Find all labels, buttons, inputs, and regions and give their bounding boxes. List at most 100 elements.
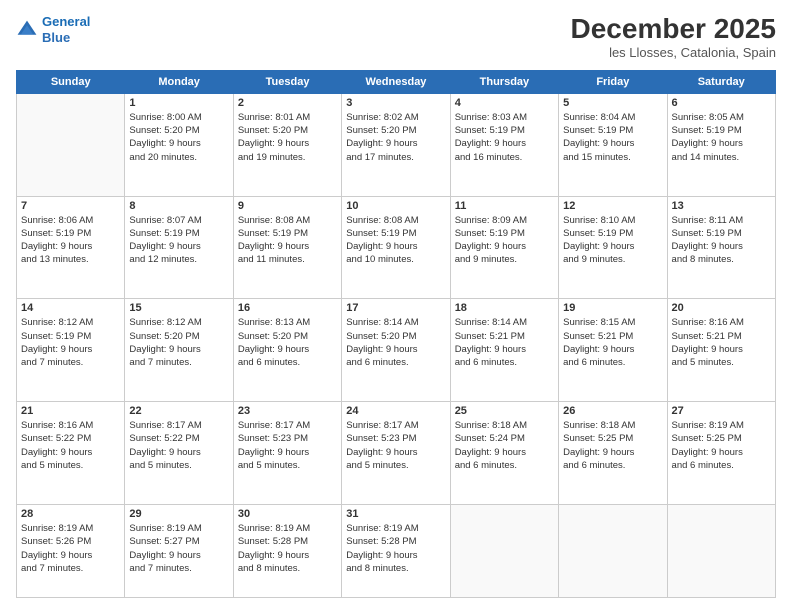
weekday-header-tuesday: Tuesday (233, 70, 341, 93)
day-cell (667, 504, 775, 597)
day-cell: 19 Sunrise: 8:15 AM Sunset: 5:21 PM Dayli… (559, 299, 667, 402)
day-info: Sunrise: 8:11 AM Sunset: 5:19 PM Dayligh… (672, 214, 771, 267)
day-cell (450, 504, 558, 597)
day-cell: 3Sunrise: 8:02 AM Sunset: 5:20 PM Daylig… (342, 93, 450, 196)
day-info: Sunrise: 8:03 AM Sunset: 5:19 PM Dayligh… (455, 111, 554, 164)
weekday-header-saturday: Saturday (667, 70, 775, 93)
weekday-header-thursday: Thursday (450, 70, 558, 93)
day-number: 18 (455, 302, 554, 314)
day-info: Sunrise: 8:06 AM Sunset: 5:19 PM Dayligh… (21, 214, 120, 267)
month-title: December 2025 (571, 14, 776, 45)
day-cell: 17 Sunrise: 8:14 AM Sunset: 5:20 PM Dayli… (342, 299, 450, 402)
day-info: Sunrise: 8:19 AM Sunset: 5:27 PM Dayligh… (129, 522, 228, 575)
day-info: Sunrise: 8:12 AM Sunset: 5:20 PM Dayligh… (129, 316, 228, 369)
day-info: Sunrise: 8:18 AM Sunset: 5:24 PM Dayligh… (455, 419, 554, 472)
day-cell: 16 Sunrise: 8:13 AM Sunset: 5:20 PM Dayli… (233, 299, 341, 402)
day-info: Sunrise: 8:17 AM Sunset: 5:23 PM Dayligh… (238, 419, 337, 472)
day-info: Sunrise: 8:02 AM Sunset: 5:20 PM Dayligh… (346, 111, 445, 164)
day-number: 26 (563, 405, 662, 417)
day-cell: 11Sunrise: 8:09 AM Sunset: 5:19 PM Dayli… (450, 196, 558, 299)
week-row-3: 21 Sunrise: 8:16 AM Sunset: 5:22 PM Dayli… (17, 402, 776, 505)
weekday-header-monday: Monday (125, 70, 233, 93)
day-cell: 20Sunrise: 8:16 AM Sunset: 5:21 PM Dayli… (667, 299, 775, 402)
day-info: Sunrise: 8:16 AM Sunset: 5:22 PM Dayligh… (21, 419, 120, 472)
day-cell: 24 Sunrise: 8:17 AM Sunset: 5:23 PM Dayli… (342, 402, 450, 505)
weekday-header-wednesday: Wednesday (342, 70, 450, 93)
day-info: Sunrise: 8:18 AM Sunset: 5:25 PM Dayligh… (563, 419, 662, 472)
day-number: 14 (21, 302, 120, 314)
day-info: Sunrise: 8:08 AM Sunset: 5:19 PM Dayligh… (238, 214, 337, 267)
day-info: Sunrise: 8:08 AM Sunset: 5:19 PM Dayligh… (346, 214, 445, 267)
day-cell: 30 Sunrise: 8:19 AM Sunset: 5:28 PM Dayli… (233, 504, 341, 597)
day-cell: 10Sunrise: 8:08 AM Sunset: 5:19 PM Dayli… (342, 196, 450, 299)
weekday-header-friday: Friday (559, 70, 667, 93)
week-row-1: 7 Sunrise: 8:06 AM Sunset: 5:19 PM Daylig… (17, 196, 776, 299)
day-number: 9 (238, 200, 337, 212)
day-info: Sunrise: 8:17 AM Sunset: 5:23 PM Dayligh… (346, 419, 445, 472)
logo-icon (16, 19, 38, 41)
day-info: Sunrise: 8:17 AM Sunset: 5:22 PM Dayligh… (129, 419, 228, 472)
day-info: Sunrise: 8:14 AM Sunset: 5:20 PM Dayligh… (346, 316, 445, 369)
day-cell: 21 Sunrise: 8:16 AM Sunset: 5:22 PM Dayli… (17, 402, 125, 505)
day-number: 31 (346, 508, 445, 520)
day-info: Sunrise: 8:01 AM Sunset: 5:20 PM Dayligh… (238, 111, 337, 164)
day-number: 5 (563, 97, 662, 109)
day-cell: 2 Sunrise: 8:01 AM Sunset: 5:20 PM Daylig… (233, 93, 341, 196)
day-cell: 4Sunrise: 8:03 AM Sunset: 5:19 PM Daylig… (450, 93, 558, 196)
day-cell: 9 Sunrise: 8:08 AM Sunset: 5:19 PM Daylig… (233, 196, 341, 299)
week-row-0: 1 Sunrise: 8:00 AM Sunset: 5:20 PM Daylig… (17, 93, 776, 196)
day-cell (559, 504, 667, 597)
day-cell: 1 Sunrise: 8:00 AM Sunset: 5:20 PM Daylig… (125, 93, 233, 196)
day-cell: 29 Sunrise: 8:19 AM Sunset: 5:27 PM Dayli… (125, 504, 233, 597)
day-info: Sunrise: 8:00 AM Sunset: 5:20 PM Dayligh… (129, 111, 228, 164)
day-cell: 31 Sunrise: 8:19 AM Sunset: 5:28 PM Dayli… (342, 504, 450, 597)
day-info: Sunrise: 8:16 AM Sunset: 5:21 PM Dayligh… (672, 316, 771, 369)
weekday-header-row: SundayMondayTuesdayWednesdayThursdayFrid… (17, 70, 776, 93)
day-number: 16 (238, 302, 337, 314)
day-info: Sunrise: 8:19 AM Sunset: 5:25 PM Dayligh… (672, 419, 771, 472)
day-number: 22 (129, 405, 228, 417)
week-row-2: 14 Sunrise: 8:12 AM Sunset: 5:19 PM Dayli… (17, 299, 776, 402)
day-info: Sunrise: 8:10 AM Sunset: 5:19 PM Dayligh… (563, 214, 662, 267)
header: General Blue December 2025 les Llosses, … (16, 14, 776, 60)
day-number: 24 (346, 405, 445, 417)
day-cell: 14 Sunrise: 8:12 AM Sunset: 5:19 PM Dayli… (17, 299, 125, 402)
day-cell: 8Sunrise: 8:07 AM Sunset: 5:19 PM Daylig… (125, 196, 233, 299)
page: General Blue December 2025 les Llosses, … (0, 0, 792, 612)
day-cell: 28Sunrise: 8:19 AM Sunset: 5:26 PM Dayli… (17, 504, 125, 597)
day-number: 29 (129, 508, 228, 520)
logo: General Blue (16, 14, 90, 45)
day-cell: 23Sunrise: 8:17 AM Sunset: 5:23 PM Dayli… (233, 402, 341, 505)
title-block: December 2025 les Llosses, Catalonia, Sp… (571, 14, 776, 60)
day-number: 6 (672, 97, 771, 109)
day-info: Sunrise: 8:14 AM Sunset: 5:21 PM Dayligh… (455, 316, 554, 369)
day-info: Sunrise: 8:19 AM Sunset: 5:28 PM Dayligh… (238, 522, 337, 575)
day-number: 30 (238, 508, 337, 520)
day-info: Sunrise: 8:12 AM Sunset: 5:19 PM Dayligh… (21, 316, 120, 369)
day-number: 17 (346, 302, 445, 314)
weekday-header-sunday: Sunday (17, 70, 125, 93)
calendar: SundayMondayTuesdayWednesdayThursdayFrid… (16, 70, 776, 598)
day-number: 15 (129, 302, 228, 314)
day-number: 7 (21, 200, 120, 212)
day-number: 1 (129, 97, 228, 109)
day-number: 28 (21, 508, 120, 520)
day-info: Sunrise: 8:05 AM Sunset: 5:19 PM Dayligh… (672, 111, 771, 164)
day-info: Sunrise: 8:13 AM Sunset: 5:20 PM Dayligh… (238, 316, 337, 369)
day-number: 2 (238, 97, 337, 109)
day-info: Sunrise: 8:07 AM Sunset: 5:19 PM Dayligh… (129, 214, 228, 267)
day-cell: 22 Sunrise: 8:17 AM Sunset: 5:22 PM Dayli… (125, 402, 233, 505)
week-row-4: 28Sunrise: 8:19 AM Sunset: 5:26 PM Dayli… (17, 504, 776, 597)
logo-text: General Blue (42, 14, 90, 45)
day-info: Sunrise: 8:19 AM Sunset: 5:28 PM Dayligh… (346, 522, 445, 575)
day-cell: 7 Sunrise: 8:06 AM Sunset: 5:19 PM Daylig… (17, 196, 125, 299)
day-number: 21 (21, 405, 120, 417)
logo-line1: General (42, 14, 90, 29)
day-number: 11 (455, 200, 554, 212)
day-number: 25 (455, 405, 554, 417)
day-cell: 18 Sunrise: 8:14 AM Sunset: 5:21 PM Dayli… (450, 299, 558, 402)
day-number: 19 (563, 302, 662, 314)
day-cell (17, 93, 125, 196)
logo-line2: Blue (42, 30, 70, 45)
day-info: Sunrise: 8:15 AM Sunset: 5:21 PM Dayligh… (563, 316, 662, 369)
